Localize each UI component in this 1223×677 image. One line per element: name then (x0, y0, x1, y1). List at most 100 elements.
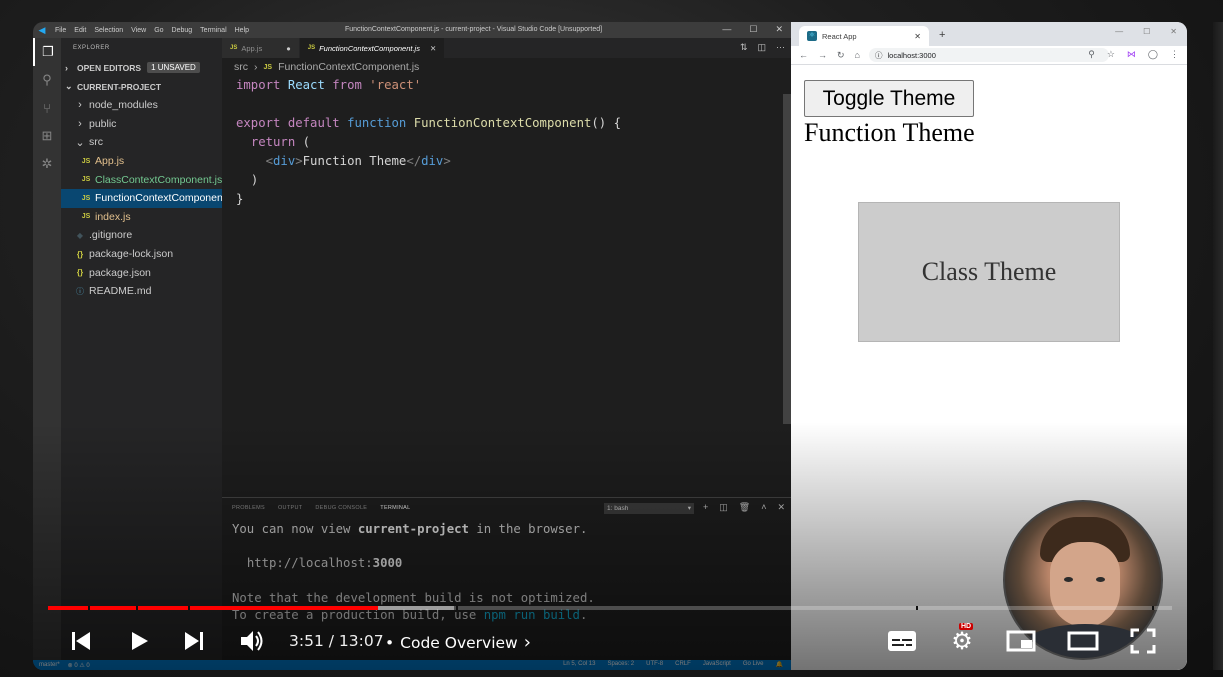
next-button[interactable] (181, 626, 207, 656)
browser-tab[interactable]: ⚛ React App ✕ (799, 26, 929, 46)
play-button[interactable] (127, 626, 153, 656)
debug-icon[interactable]: ✲ (33, 150, 61, 178)
subtitles-button[interactable] (886, 626, 918, 656)
maximize-button[interactable]: ☐ (749, 24, 757, 35)
close-button[interactable]: ✕ (775, 24, 783, 35)
tab-problems[interactable]: PROBLEMS (232, 505, 265, 511)
menu-dots-icon[interactable]: ⋮ (1170, 49, 1179, 60)
project-section[interactable]: ⌄ CURRENT-PROJECT (61, 77, 222, 96)
menu-edit[interactable]: Edit (74, 27, 86, 34)
info-icon[interactable]: ⓘ (875, 50, 883, 61)
unsaved-dot-icon[interactable]: ● (286, 44, 291, 53)
new-tab-icon[interactable]: + (939, 29, 945, 41)
url-text: localhost:3000 (887, 50, 936, 60)
chapter-title[interactable]: • Code Overview › (385, 632, 531, 653)
tab-terminal[interactable]: TERMINAL (380, 505, 410, 511)
editor-actions: ⇅ ◫ ··· (740, 42, 785, 53)
chevron-right-icon: › (65, 62, 68, 73)
menu-selection[interactable]: Selection (94, 27, 123, 34)
minimize-button[interactable]: — (722, 24, 731, 35)
files-icon[interactable]: ❐ (33, 38, 61, 66)
chevron-right-icon: › (78, 117, 82, 130)
terminal-select[interactable]: 1: bash ▾ (604, 503, 694, 514)
tree-item[interactable]: ◆ .gitignore (61, 226, 222, 245)
zoom-icon[interactable]: ⚲ (1088, 49, 1095, 60)
more-actions-icon[interactable]: ··· (776, 42, 785, 53)
minimize-icon[interactable]: — (1115, 27, 1123, 36)
tree-item[interactable]: ⓘ README.md (61, 282, 222, 301)
menu-debug[interactable]: Debug (172, 27, 193, 34)
maximize-icon[interactable]: ☐ (1143, 27, 1150, 36)
tree-item[interactable]: JS FunctionContextComponent.js (61, 188, 222, 208)
profile-avatar-icon[interactable]: ◯ (1148, 49, 1158, 60)
code-line: ) (250, 173, 259, 187)
tree-item[interactable]: JS App.js (61, 152, 222, 171)
caret-down-icon: ▾ (687, 505, 691, 512)
chevron-right-icon: › (523, 632, 531, 653)
forward-icon[interactable]: → (818, 50, 827, 60)
reload-icon[interactable]: ↻ (837, 50, 845, 61)
back-icon[interactable]: ← (799, 50, 808, 60)
editor-scrollbar[interactable] (783, 94, 791, 424)
code-line: } (236, 192, 244, 206)
tree-item[interactable]: JS index.js (61, 208, 222, 227)
tab-debug-console[interactable]: DEBUG CONSOLE (315, 505, 367, 511)
bookmark-star-icon[interactable]: ☆ (1107, 49, 1115, 60)
split-editor-icon[interactable]: ◫ (757, 42, 766, 53)
video-player[interactable]: ◀ File Edit Selection View Go Debug Term… (33, 22, 1187, 670)
tab-function-context-component[interactable]: JS FunctionContextComponent.js ✕ (299, 38, 446, 58)
search-icon[interactable]: ⚲ (33, 66, 61, 94)
source-control-icon[interactable]: ⑂ (33, 94, 61, 122)
tab-output[interactable]: OUTPUT (278, 505, 302, 511)
fullscreen-button[interactable] (1128, 626, 1158, 656)
tree-item[interactable]: {} package-lock.json (61, 245, 222, 264)
tree-item[interactable]: › public (61, 115, 222, 134)
close-icon[interactable]: ✕ (1170, 27, 1177, 36)
split-terminal-icon[interactable]: ◫ (719, 502, 728, 513)
js-file-icon: JS (81, 194, 91, 202)
extensions-icon[interactable]: ⊞ (33, 122, 61, 150)
address-bar[interactable]: ⓘ localhost:3000 (869, 48, 1109, 62)
settings-button[interactable]: ⚙ HD (946, 623, 978, 656)
trash-icon[interactable]: 🗑 (739, 502, 750, 513)
breadcrumb-folder[interactable]: src (234, 61, 248, 73)
tree-item-label: src (89, 136, 103, 149)
add-terminal-icon[interactable]: + (703, 502, 708, 513)
menu-view[interactable]: View (131, 27, 146, 34)
editor-area: JS App.js ● JS FunctionContextComponent.… (222, 38, 791, 497)
tab-app-js[interactable]: JS App.js ● (222, 38, 300, 58)
open-editors-section[interactable]: › OPEN EDITORS 1 UNSAVED (61, 58, 222, 77)
code-editor[interactable]: import React from 'react' export default… (222, 76, 791, 209)
extension-icon[interactable]: ⋈ (1127, 49, 1136, 60)
menu-go[interactable]: Go (154, 27, 163, 34)
menu-terminal[interactable]: Terminal (200, 27, 226, 34)
chevron-right-icon: › (78, 99, 82, 112)
open-editors-label: OPEN EDITORS (77, 62, 142, 73)
js-file-icon: JS (81, 157, 91, 165)
menu-help[interactable]: Help (235, 27, 249, 34)
miniplayer-button[interactable] (1005, 626, 1037, 656)
tree-item-label: package-lock.json (89, 248, 174, 261)
compare-icon[interactable]: ⇅ (740, 42, 748, 53)
home-icon[interactable]: ⌂ (855, 50, 860, 60)
progress-bar[interactable] (48, 606, 1172, 610)
tree-item[interactable]: ⌄ src (61, 133, 222, 152)
tree-item[interactable]: › node_modules (61, 96, 222, 115)
unsaved-badge: 1 UNSAVED (147, 62, 200, 73)
volume-button[interactable] (237, 626, 267, 656)
toggle-theme-button[interactable]: Toggle Theme (804, 80, 974, 117)
browser-toolbar: ← → ↻ ⌂ ⓘ localhost:3000 ⚲ ☆ ⋈ ◯ ⋮ (791, 46, 1187, 65)
tab-close-icon[interactable]: ✕ (914, 32, 921, 41)
tree-item[interactable]: {} package.json (61, 263, 222, 282)
tab-close-icon[interactable]: ✕ (430, 44, 436, 53)
next-icon (185, 632, 203, 650)
close-panel-icon[interactable]: ✕ (777, 502, 785, 513)
progress-played (48, 606, 379, 610)
subtitles-icon (888, 631, 916, 651)
breadcrumb-file[interactable]: FunctionContextComponent.js (278, 61, 419, 73)
menu-file[interactable]: File (55, 27, 66, 34)
previous-button[interactable] (68, 626, 94, 656)
theater-mode-button[interactable] (1065, 626, 1101, 656)
chevron-up-icon[interactable]: ˄ (761, 502, 766, 513)
tree-item[interactable]: JS ClassContextComponent.js (61, 170, 222, 189)
